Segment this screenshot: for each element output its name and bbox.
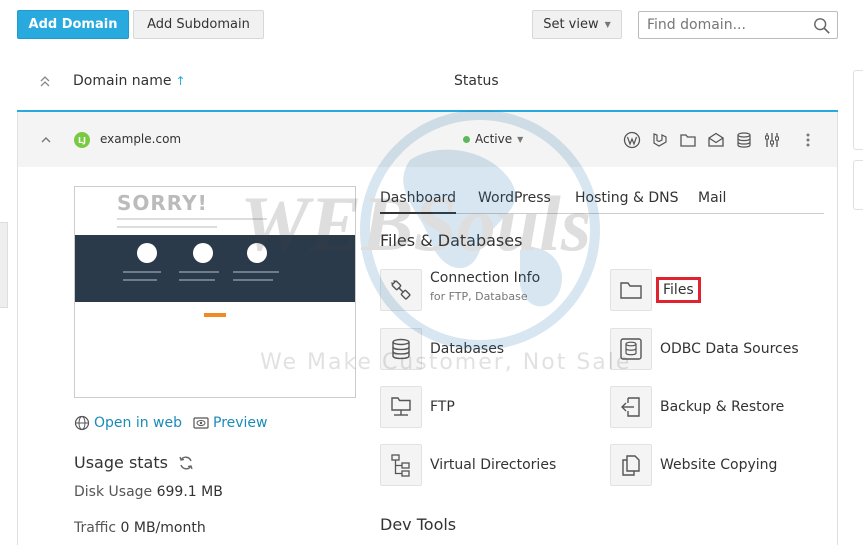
search-box[interactable] bbox=[638, 11, 838, 39]
files-databases-heading: Files & Databases bbox=[380, 231, 523, 250]
open-in-web-link[interactable]: Open in web bbox=[74, 415, 182, 431]
domain-list-header: Domain name ↑ Status bbox=[17, 60, 838, 112]
thumbnail-circle bbox=[193, 243, 213, 263]
toolbar: Add Domain Add Subdomain Set view ▼ bbox=[0, 0, 863, 52]
tab-dashboard[interactable]: Dashboard bbox=[380, 190, 456, 214]
usage-stats-title: Usage stats bbox=[74, 453, 194, 472]
virtual-directories-tool[interactable]: Virtual Directories bbox=[380, 444, 556, 486]
globe-icon bbox=[74, 415, 90, 431]
dev-tools-heading: Dev Tools bbox=[380, 515, 457, 534]
cpanel-logo bbox=[204, 313, 226, 317]
website-copying-label: Website Copying bbox=[660, 457, 778, 473]
connection-info-tool[interactable]: Connection Info for FTP, Database bbox=[380, 269, 540, 311]
domain-row[interactable]: LJ example.com Active ▼ bbox=[18, 112, 837, 167]
status-label: Active bbox=[475, 132, 513, 146]
refresh-icon[interactable] bbox=[178, 455, 194, 471]
open-in-web-label: Open in web bbox=[94, 415, 183, 431]
eye-icon bbox=[193, 417, 209, 429]
mail-icon[interactable] bbox=[707, 131, 725, 149]
thumbnail-circle bbox=[247, 243, 267, 263]
column-status: Status bbox=[454, 73, 499, 89]
copy-icon bbox=[610, 444, 652, 486]
thumbnail-band-line bbox=[179, 279, 215, 281]
preview-label: Preview bbox=[213, 415, 268, 431]
laravel-icon[interactable] bbox=[651, 131, 669, 149]
thumbnail-band-line bbox=[179, 271, 219, 273]
databases-tool[interactable]: Databases bbox=[380, 328, 504, 370]
sliders-icon[interactable] bbox=[763, 131, 781, 149]
domain-tabs: Dashboard WordPress Hosting & DNS Mail bbox=[380, 189, 824, 214]
databases-label: Databases bbox=[430, 341, 505, 357]
thumbnail-band-line bbox=[233, 279, 273, 281]
connection-info-sublabel: for FTP, Database bbox=[430, 290, 528, 303]
thumbnail-band-line bbox=[233, 271, 279, 273]
disk-usage: Disk Usage 699.1 MB bbox=[74, 484, 223, 500]
odbc-database-icon bbox=[610, 328, 652, 370]
sort-arrow-icon: ↑ bbox=[175, 74, 186, 88]
tab-hosting-dns[interactable]: Hosting & DNS bbox=[575, 190, 678, 214]
collapse-all-icon[interactable] bbox=[38, 75, 52, 89]
plug-icon bbox=[380, 269, 422, 311]
ftp-folder-icon bbox=[380, 386, 422, 428]
chevron-down-icon: ▼ bbox=[604, 20, 611, 29]
more-options-icon[interactable] bbox=[804, 131, 812, 149]
disk-usage-value: 699.1 MB bbox=[156, 484, 223, 500]
right-edge-card bbox=[853, 70, 863, 150]
ftp-tool[interactable]: FTP bbox=[380, 386, 455, 428]
left-side-tab[interactable] bbox=[0, 222, 8, 308]
thumbnail-heading: SORRY! bbox=[117, 191, 208, 215]
disk-usage-label: Disk Usage bbox=[74, 484, 153, 500]
tab-wordpress[interactable]: WordPress bbox=[478, 190, 551, 214]
files-tool[interactable]: Files bbox=[610, 269, 701, 311]
status-dot-icon bbox=[463, 135, 470, 143]
thumbnail-band bbox=[75, 235, 355, 302]
folder-icon bbox=[610, 269, 652, 311]
search-input[interactable] bbox=[647, 17, 807, 33]
domain-favicon: LJ bbox=[74, 132, 90, 148]
odbc-label: ODBC Data Sources bbox=[660, 341, 799, 357]
traffic-label: Traffic bbox=[74, 520, 117, 536]
usage-stats-label: Usage stats bbox=[74, 453, 168, 472]
backup-restore-label: Backup & Restore bbox=[660, 399, 785, 415]
right-edge-card bbox=[853, 160, 863, 210]
odbc-tool[interactable]: ODBC Data Sources bbox=[610, 328, 799, 370]
backup-icon bbox=[610, 386, 652, 428]
search-icon[interactable] bbox=[813, 17, 831, 35]
virtual-directories-label: Virtual Directories bbox=[430, 457, 557, 473]
thumbnail-band-line bbox=[123, 279, 157, 281]
traffic-usage: Traffic 0 MB/month bbox=[74, 520, 206, 536]
thumbnail-text-line bbox=[117, 226, 217, 228]
connection-info-label: Connection Info bbox=[430, 270, 541, 286]
tab-mail[interactable]: Mail bbox=[698, 190, 726, 214]
right-edge-panels bbox=[852, 0, 863, 545]
domain-name[interactable]: example.com bbox=[100, 132, 181, 146]
status-badge[interactable]: Active ▼ bbox=[463, 132, 523, 146]
folder-icon[interactable] bbox=[679, 131, 697, 149]
set-view-button[interactable]: Set view ▼ bbox=[532, 10, 622, 39]
ftp-label: FTP bbox=[430, 399, 455, 415]
thumbnail-circle bbox=[137, 243, 157, 263]
add-domain-button[interactable]: Add Domain bbox=[17, 10, 129, 39]
thumbnail-text-line bbox=[117, 218, 267, 220]
chevron-down-icon: ▼ bbox=[517, 134, 524, 144]
sitemap-icon bbox=[380, 444, 422, 486]
website-copying-tool[interactable]: Website Copying bbox=[610, 444, 777, 486]
preview-link[interactable]: Preview bbox=[193, 415, 268, 431]
database-icon[interactable] bbox=[735, 131, 753, 149]
wordpress-icon[interactable] bbox=[623, 131, 641, 149]
add-subdomain-button[interactable]: Add Subdomain bbox=[133, 10, 264, 39]
domain-panel: LJ example.com Active ▼ SORRY! Open in w… bbox=[17, 112, 838, 545]
set-view-label: Set view bbox=[543, 17, 599, 32]
column-domain-name[interactable]: Domain name ↑ bbox=[73, 73, 186, 89]
domain-quick-actions bbox=[623, 131, 781, 149]
chevron-up-icon[interactable] bbox=[40, 134, 52, 146]
website-thumbnail[interactable]: SORRY! bbox=[74, 186, 356, 398]
traffic-value: 0 MB/month bbox=[120, 520, 206, 536]
column-domain-name-label: Domain name bbox=[73, 73, 172, 89]
backup-restore-tool[interactable]: Backup & Restore bbox=[610, 386, 784, 428]
database-icon bbox=[380, 328, 422, 370]
files-label: Files bbox=[656, 277, 701, 303]
thumbnail-band-line bbox=[123, 271, 161, 273]
